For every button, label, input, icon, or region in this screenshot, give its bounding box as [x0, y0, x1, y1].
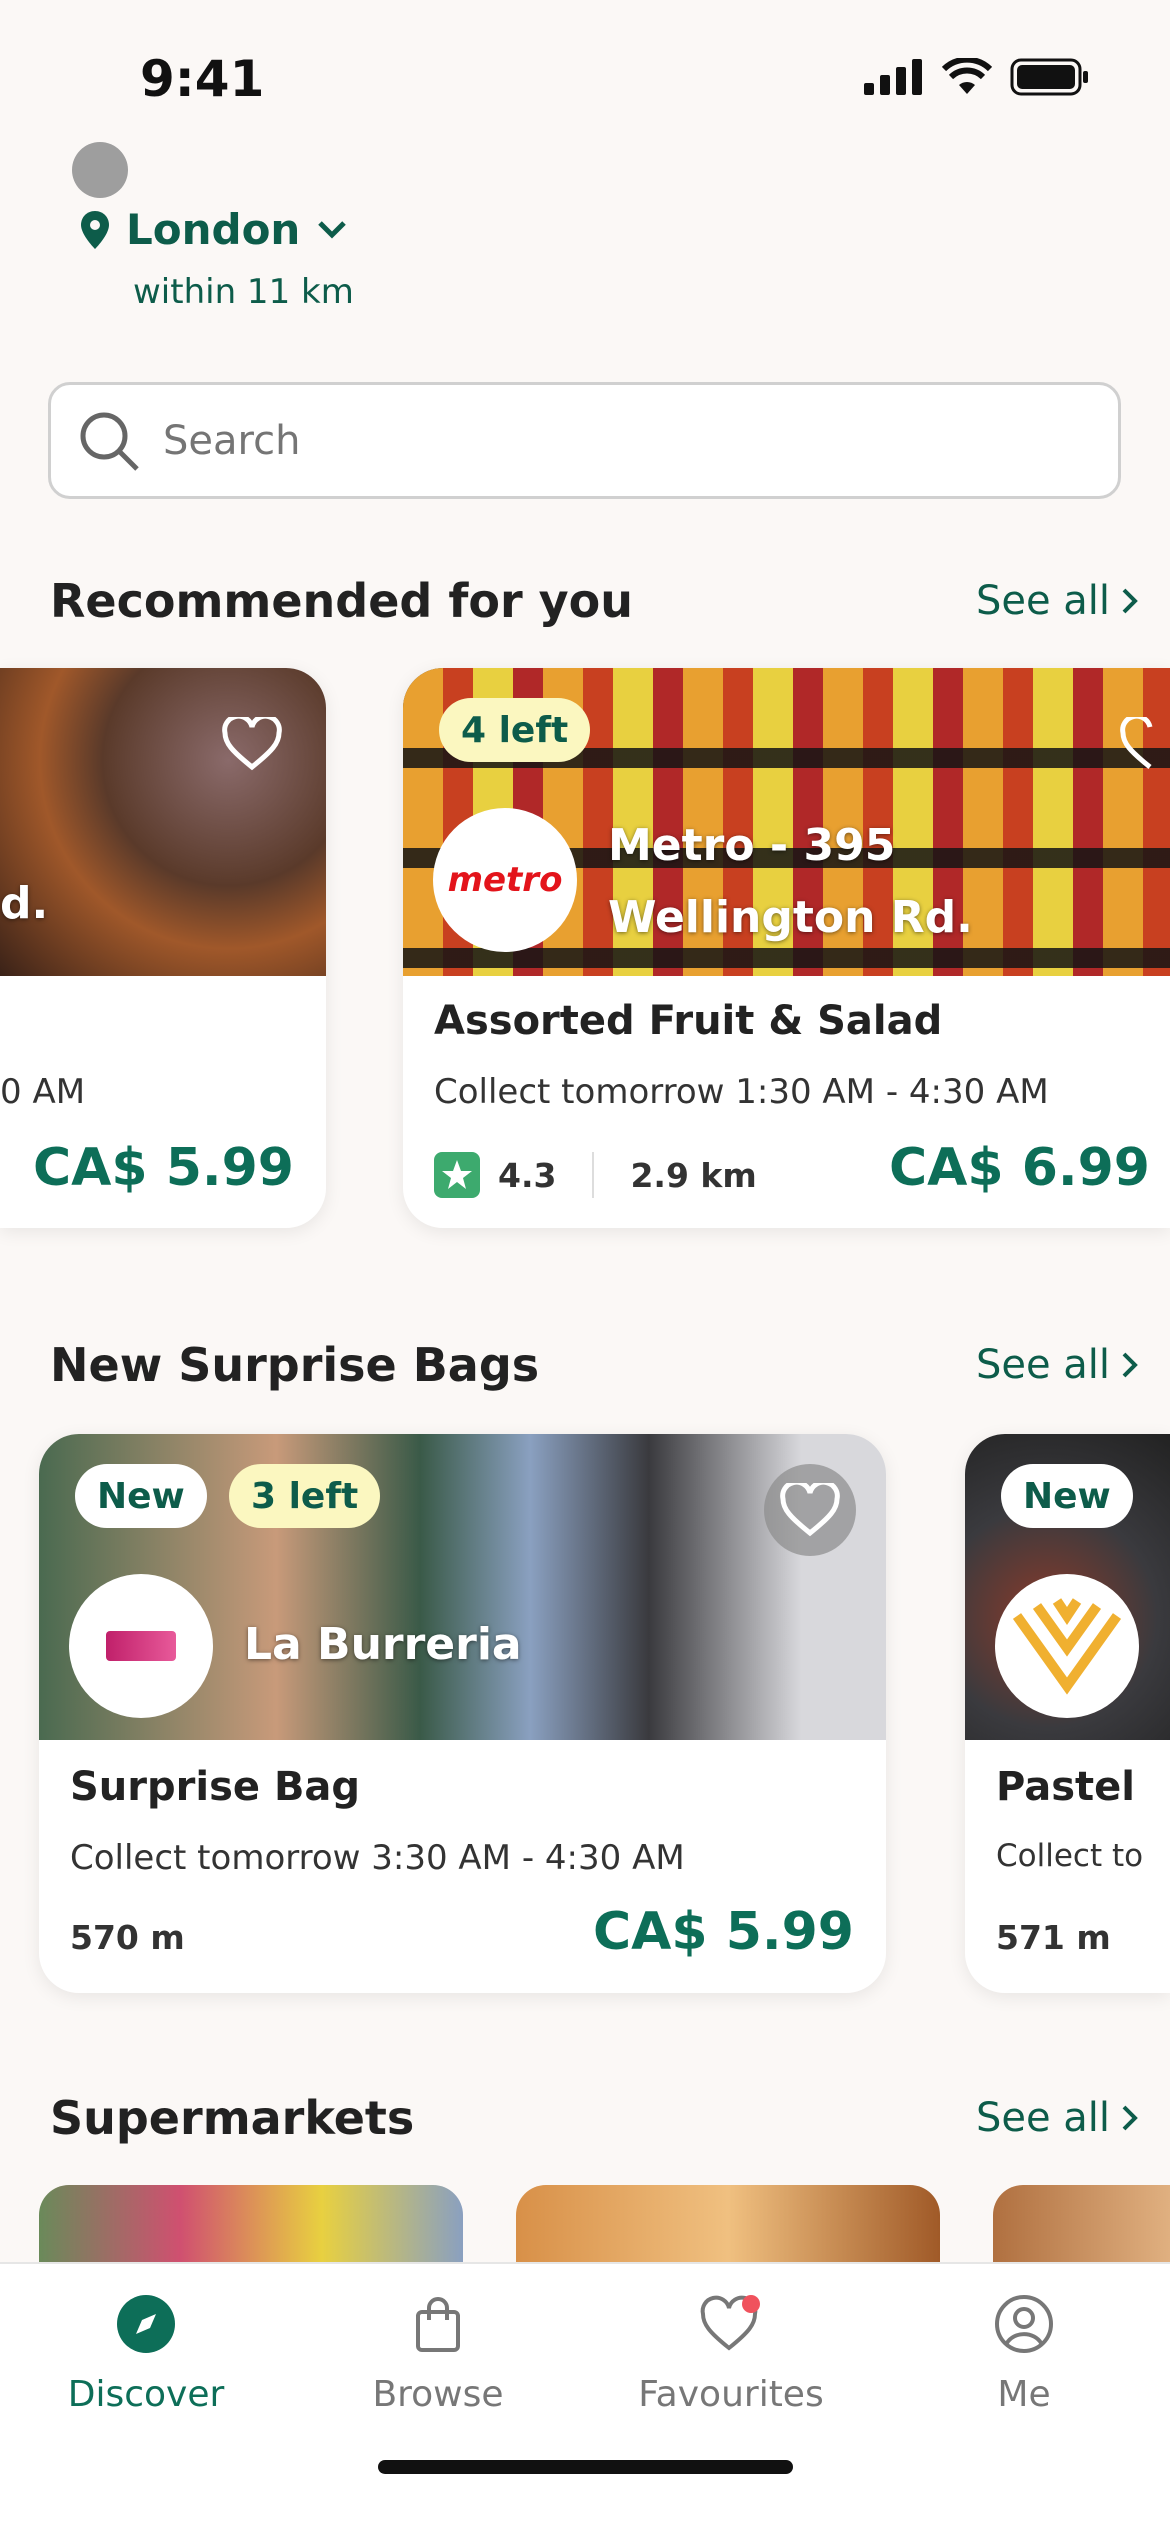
chevron-right-icon — [1122, 2105, 1138, 2131]
see-all-recommended[interactable]: See all — [976, 578, 1140, 624]
compass-icon — [117, 2295, 175, 2353]
price: CA$ 5.99 — [33, 1138, 294, 1198]
favourite-button[interactable] — [764, 1464, 856, 1556]
heart-icon — [222, 717, 282, 771]
tab-label: Discover — [67, 2374, 225, 2415]
distance: 570 m — [70, 1918, 185, 1957]
chevron-down-icon — [318, 220, 347, 239]
product-card[interactable]: d. 0 AM CA$ 5.99 — [0, 668, 326, 1228]
location-selector[interactable]: London — [80, 205, 348, 254]
store-logo: metro — [433, 808, 577, 952]
signal-icon — [864, 59, 922, 95]
search-icon — [80, 412, 139, 471]
avatar-placeholder — [72, 142, 128, 198]
tab-favourites[interactable]: Favourites — [611, 2294, 851, 2415]
see-all-label: See all — [975, 1342, 1110, 1388]
product-title: Surprise Bag — [70, 1764, 361, 1810]
chevron-right-icon — [1122, 1352, 1138, 1378]
favourite-button[interactable] — [1110, 698, 1170, 790]
battery-icon — [1010, 58, 1088, 96]
product-title: Assorted Fruit & Salad — [434, 998, 943, 1044]
new-badge: New — [1001, 1464, 1133, 1528]
heart-icon — [700, 2295, 760, 2351]
tab-me[interactable]: Me — [904, 2294, 1144, 2415]
tab-browse[interactable]: Browse — [318, 2294, 558, 2415]
store-name-line2: Wellington Rd. — [608, 892, 973, 943]
pastel-logo — [1012, 1598, 1122, 1695]
tab-discover[interactable]: Discover — [26, 2294, 266, 2415]
see-all-new-bags[interactable]: See all — [976, 1342, 1140, 1388]
location-radius: within 11 km — [133, 272, 354, 312]
divider — [592, 1152, 595, 1198]
tab-label: Me — [997, 2374, 1051, 2415]
wifi-icon — [942, 58, 992, 94]
rating: 4.3 — [498, 1155, 557, 1195]
user-icon — [995, 2295, 1053, 2353]
supermarket-card[interactable] — [516, 2185, 940, 2262]
store-name: La Burreria — [244, 1619, 522, 1670]
collect-time: 0 AM — [0, 1072, 86, 1112]
store-name-line1: Metro - 395 — [608, 820, 896, 871]
collect-time: Collect tomorrow 3:30 AM - 4:30 AM — [70, 1838, 685, 1878]
search-input[interactable] — [163, 417, 1063, 464]
heart-icon — [1120, 717, 1153, 769]
bag-icon — [416, 2297, 460, 2352]
product-image: 4 left metro Metro - 395 Wellington Rd. — [403, 668, 1170, 976]
supermarket-card[interactable] — [39, 2185, 463, 2262]
location-city: London — [126, 205, 301, 254]
product-card[interactable]: New Pastel Collect to 571 m — [965, 1434, 1170, 1993]
location-pin-icon — [81, 210, 109, 249]
distance: 2.9 km — [630, 1155, 757, 1195]
home-indicator[interactable] — [378, 2460, 793, 2474]
la-burreria-logo — [106, 1631, 176, 1661]
status-icons — [864, 58, 1090, 96]
price: CA$ 5.99 — [593, 1902, 854, 1962]
product-meta: 4.3 2.9 km — [434, 1152, 757, 1198]
see-all-supermarkets[interactable]: See all — [976, 2095, 1140, 2141]
product-title: Pastel — [996, 1764, 1136, 1810]
see-all-label: See all — [975, 578, 1110, 624]
tab-bar: Discover Browse Favourites Me — [0, 2262, 1170, 2532]
collect-time: Collect tomorrow 1:30 AM - 4:30 AM — [434, 1072, 1049, 1112]
favourite-button[interactable] — [206, 698, 298, 790]
tab-label: Favourites — [638, 2374, 824, 2415]
product-card[interactable]: 4 left metro Metro - 395 Wellington Rd. A… — [403, 668, 1170, 1228]
heart-icon — [780, 1483, 840, 1537]
product-card[interactable]: New 3 left La Burreria Surprise Bag Coll… — [39, 1434, 886, 1993]
new-badge: New — [75, 1464, 207, 1528]
collect-time: Collect to — [996, 1838, 1144, 1874]
items-left-badge: 3 left — [229, 1464, 381, 1528]
supermarket-card[interactable] — [993, 2185, 1170, 2262]
product-image: New — [965, 1434, 1170, 1740]
status-time: 9:41 — [140, 50, 265, 108]
store-name: Metro - 395 Wellington Rd. — [608, 810, 973, 954]
section-title-new-bags: New Surprise Bags — [50, 1338, 540, 1392]
items-left-badge: 4 left — [439, 698, 591, 762]
chevron-right-icon — [1122, 588, 1138, 614]
store-logo — [995, 1574, 1139, 1718]
price: CA$ 6.99 — [889, 1138, 1150, 1198]
store-name: d. — [0, 878, 49, 929]
distance: 571 m — [996, 1918, 1111, 1957]
star-rating-icon — [434, 1152, 480, 1198]
tab-label: Browse — [372, 2374, 504, 2415]
search-bar[interactable] — [48, 382, 1121, 499]
metro-logo-text: metro — [447, 860, 563, 900]
see-all-label: See all — [975, 2095, 1110, 2141]
product-image: New 3 left La Burreria — [39, 1434, 886, 1740]
product-image: d. — [0, 668, 326, 976]
section-title-supermarkets: Supermarkets — [50, 2091, 415, 2145]
store-logo — [69, 1574, 213, 1718]
section-title-recommended: Recommended for you — [50, 574, 634, 628]
